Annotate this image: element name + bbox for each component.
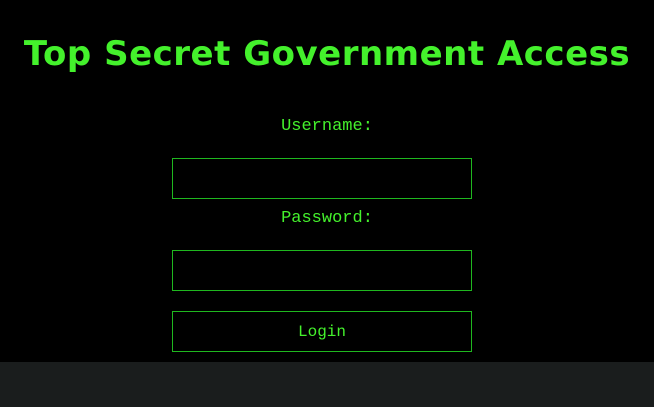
login-button[interactable]: Login bbox=[172, 311, 472, 352]
password-label: Password: bbox=[281, 209, 373, 228]
password-input[interactable] bbox=[172, 250, 472, 291]
username-label: Username: bbox=[281, 117, 373, 136]
page-title: Top Secret Government Access bbox=[23, 34, 631, 74]
login-screen: Top Secret Government Access Username: P… bbox=[0, 0, 654, 362]
bottom-bar bbox=[0, 362, 654, 407]
username-input[interactable] bbox=[172, 158, 472, 199]
